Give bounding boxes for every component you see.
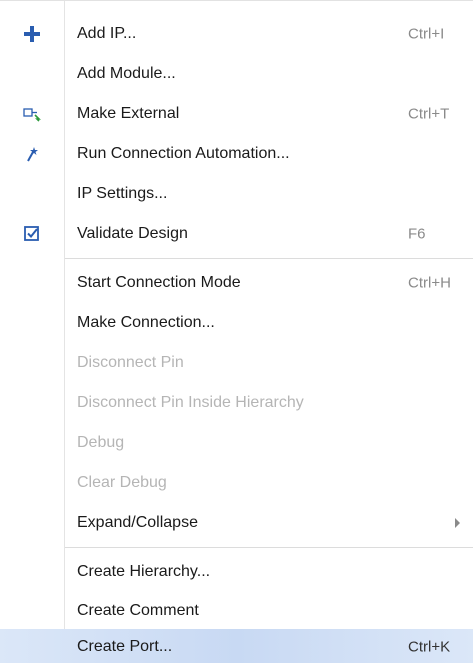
menu-item-validate-design[interactable]: Validate Design F6 [0,214,473,254]
make-external-icon [22,104,42,124]
menu-item-label: Make External [77,105,180,122]
menu-item-label: Debug [77,434,125,451]
menu-item-create-comment[interactable]: Create Comment [0,591,473,631]
menu-item-ip-settings[interactable]: IP Settings... [0,174,473,214]
menu-item-start-connection-mode[interactable]: Start Connection Mode Ctrl+H [0,263,473,303]
menu-item-label: Add IP... [77,25,137,42]
menu-item-create-port[interactable]: Create Port... Ctrl+K [0,629,473,663]
menu-item-label: Disconnect Pin [77,354,184,371]
menu-item-label: Disconnect Pin Inside Hierarchy [77,394,304,411]
plus-icon [22,24,42,44]
menu-item-label: Start Connection Mode [77,274,241,291]
menu-item-label: Create Port... [77,637,173,655]
menu-item-expand-collapse[interactable]: Expand/Collapse [0,503,473,543]
menu-item-shortcut: Ctrl+H [408,274,451,292]
context-menu: Add IP... Ctrl+I Add Module... Make Exte… [0,0,473,663]
menu-item-disconnect-pin-inside-hierarchy: Disconnect Pin Inside Hierarchy [0,383,473,423]
menu-item-label: Expand/Collapse [77,514,198,531]
menu-item-add-ip[interactable]: Add IP... Ctrl+I [0,14,473,54]
menu-item-make-connection[interactable]: Make Connection... [0,303,473,343]
menu-item-shortcut: Ctrl+K [408,638,451,655]
menu-item-make-external[interactable]: Make External Ctrl+T [0,94,473,134]
menu-item-label: Add Module... [77,65,176,82]
menu-item-clear-debug: Clear Debug [0,463,473,503]
menu-item-disconnect-pin: Disconnect Pin [0,343,473,383]
menu-item-label: Make Connection... [77,314,215,331]
menu-item-label: Validate Design [77,225,188,242]
menu-item-label: Clear Debug [77,474,167,491]
submenu-arrow-icon [455,518,460,528]
menu-item-debug: Debug [0,423,473,463]
menu-item-label: Create Comment [77,602,199,619]
menu-item-label: Create Hierarchy... [77,563,211,580]
menu-item-shortcut: Ctrl+I [408,25,445,43]
menu-separator [65,258,473,259]
menu-item-create-hierarchy[interactable]: Create Hierarchy... [0,552,473,592]
menu-item-shortcut: F6 [408,225,426,243]
menu-item-shortcut: Ctrl+T [408,105,450,123]
validate-checkbox-icon [22,224,42,244]
wand-icon [22,144,42,164]
menu-item-add-module[interactable]: Add Module... [0,54,473,94]
menu-item-label: IP Settings... [77,185,168,202]
menu-separator [65,547,473,548]
menu-item-label: Run Connection Automation... [77,145,290,162]
menu-item-run-connection-automation[interactable]: Run Connection Automation... [0,134,473,174]
